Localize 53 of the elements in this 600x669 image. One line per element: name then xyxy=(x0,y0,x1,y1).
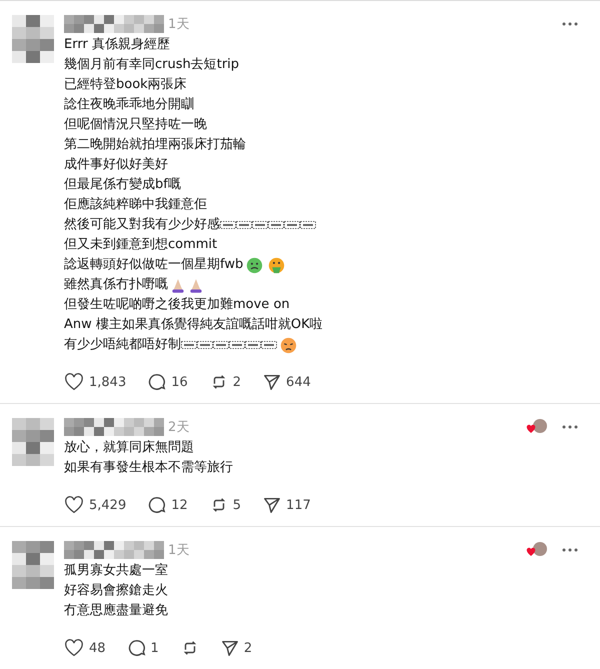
comment-icon xyxy=(148,496,166,514)
more-icon xyxy=(562,548,578,552)
share-button[interactable]: 644 xyxy=(263,373,311,391)
reply-button[interactable]: 16 xyxy=(148,373,188,391)
post-text-line: 如果有事發生根本不需等旅行 xyxy=(64,459,233,477)
post-text-line: 冇意思應盡量避免 xyxy=(64,602,168,620)
post-text-line: 孤男寡女共處一室 xyxy=(64,562,168,580)
more-icon xyxy=(562,425,578,429)
post-text-line: 然後可能又對我有少少好感 xyxy=(64,216,220,234)
heart-icon xyxy=(64,639,84,657)
post-time: 1天 xyxy=(168,542,190,559)
post-text-line: 雖然真係冇扑嘢嘅 xyxy=(64,276,168,294)
post-text-line: 但最尾係冇變成bf嘅 xyxy=(64,176,181,194)
post-time: 2天 xyxy=(168,419,190,436)
like-button[interactable]: 5,429 xyxy=(64,496,126,514)
post-text-line: 成件事好似好美好 xyxy=(64,156,168,174)
heart-icon xyxy=(64,496,84,514)
comment-icon xyxy=(148,373,166,391)
post-time: 1天 xyxy=(168,16,190,33)
send-icon xyxy=(263,496,282,514)
post-text-line: 但呢個情況只堅持咗一晚 xyxy=(64,116,207,134)
post-text-line: Anw 樓主如果真係覺得純友誼嘅話咁就OK啦 xyxy=(64,316,323,334)
reply-button[interactable]: 12 xyxy=(148,496,188,514)
post-text-line: 已經特登book兩張床 xyxy=(64,76,187,94)
sad-face-icon xyxy=(280,336,297,354)
post-text-line: 第二晚開始就拍埋兩張床打茄輪 xyxy=(64,136,246,154)
post-text-line: 諗住夜晚乖乖地分開瞓 xyxy=(64,96,194,114)
post-text-line: Errr 真係親身經歷 xyxy=(64,36,170,54)
share-button[interactable]: 117 xyxy=(263,496,311,514)
post-text-line: 佢應該純粹睇中我鍾意佢 xyxy=(64,196,207,214)
share-button[interactable]: 2 xyxy=(220,639,252,657)
comment-icon xyxy=(128,639,146,657)
repost-button[interactable]: 2 xyxy=(210,373,242,391)
repost-button[interactable]: 5 xyxy=(210,496,242,514)
vomiting-face-icon xyxy=(268,256,286,274)
avatar[interactable] xyxy=(12,15,54,63)
post-text-line: 但又未到鍾意到想commit xyxy=(64,236,218,254)
heart-icon xyxy=(64,373,84,391)
post-text-line: 有少少唔純都唔好制 xyxy=(64,336,181,354)
post-text-line: 放心，就算同床無問題 xyxy=(64,439,194,457)
more-icon xyxy=(562,22,578,26)
reply-button[interactable]: 1 xyxy=(128,639,159,657)
avatar[interactable] xyxy=(12,418,54,466)
post-text-line: 但發生咗呢啲嘢之後我更加難move on xyxy=(64,296,290,314)
avatar[interactable] xyxy=(12,541,54,589)
send-icon xyxy=(263,373,282,391)
nauseated-face-icon xyxy=(246,256,264,274)
like-button[interactable]: 1,843 xyxy=(64,373,126,391)
send-icon xyxy=(220,639,239,657)
post-text-line: 好容易會擦鎗走火 xyxy=(64,582,168,600)
post-text-line: 幾個月前有幸同crush去短trip xyxy=(64,56,240,74)
like-button[interactable]: 48 xyxy=(64,639,106,657)
post-text-line: 諗返轉頭好似做咗一個星期fwb xyxy=(64,256,244,274)
